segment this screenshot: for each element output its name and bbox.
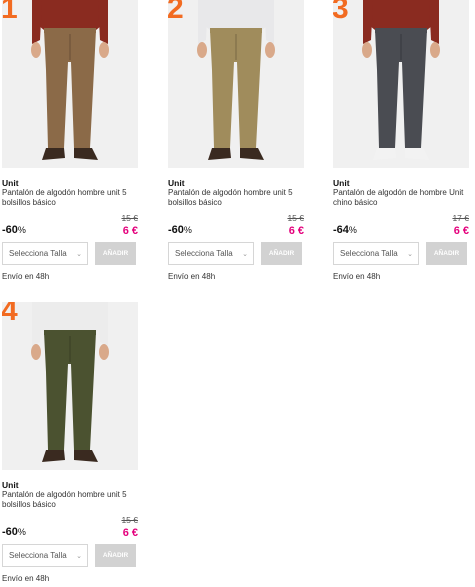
left-arm-shape	[363, 0, 373, 44]
discount-badge: -60%	[2, 526, 26, 538]
right-hand-shape	[99, 344, 109, 360]
right-hand-shape	[265, 42, 275, 58]
product-photo	[31, 0, 109, 160]
add-to-cart-button[interactable]: AÑADIR	[426, 242, 467, 265]
product-photo	[362, 0, 440, 160]
rank-number: 2	[168, 0, 184, 25]
product-card[interactable]: 3 Unit Pantalón de algodón de hombre Uni…	[333, 0, 471, 281]
price-row: -60% 15 € 6 €	[168, 212, 306, 237]
product-title[interactable]: Pantalón de algodón hombre unit 5 bolsil…	[2, 490, 138, 510]
product-title[interactable]: Pantalón de algodón hombre unit 5 bolsil…	[2, 188, 138, 208]
original-price: 15 €	[121, 515, 138, 525]
product-card[interactable]: 4 Unit Pantalón de algodón hombre unit 5…	[2, 302, 140, 583]
product-image[interactable]: 1	[2, 0, 138, 168]
add-to-cart-button[interactable]: AÑADIR	[261, 242, 302, 265]
right-arm-shape	[98, 0, 108, 44]
product-card[interactable]: 2 Unit Pantalón de algodón hombre unit 5…	[168, 0, 306, 281]
left-shoe-shape	[42, 450, 65, 462]
product-image[interactable]: 2	[168, 0, 304, 168]
discount-badge: -64%	[333, 224, 357, 236]
left-hand-shape	[197, 42, 207, 58]
right-arm-shape	[98, 302, 108, 346]
right-hand-shape	[99, 42, 109, 58]
product-brand: Unit	[168, 178, 185, 188]
right-shoe-shape	[74, 148, 98, 160]
left-arm-shape	[198, 0, 208, 44]
chevron-down-icon: ⌄	[76, 250, 82, 258]
product-brand: Unit	[333, 178, 350, 188]
size-select[interactable]: Selecciona Talla ⌄	[2, 242, 88, 265]
right-hand-shape	[430, 42, 440, 58]
original-price: 17 €	[452, 213, 469, 223]
delivery-info: Envío en 48h	[2, 272, 50, 281]
size-select-label: Selecciona Talla	[175, 249, 233, 258]
sale-price: 6 €	[453, 225, 469, 237]
size-select[interactable]: Selecciona Talla ⌄	[333, 242, 419, 265]
product-photo	[31, 302, 109, 462]
original-price: 15 €	[121, 213, 138, 223]
product-image[interactable]: 3	[333, 0, 469, 168]
size-select-label: Selecciona Talla	[9, 249, 67, 258]
size-select-label: Selecciona Talla	[9, 551, 67, 560]
left-hand-shape	[362, 42, 372, 58]
size-select-label: Selecciona Talla	[340, 249, 398, 258]
right-shoe-shape	[74, 450, 98, 462]
right-arm-shape	[264, 0, 274, 44]
chevron-down-icon: ⌄	[242, 250, 248, 258]
discount-badge: -60%	[2, 224, 26, 236]
shirt-shape	[365, 0, 437, 30]
delivery-info: Envío en 48h	[2, 574, 50, 583]
sale-price: 6 €	[122, 225, 138, 237]
left-hand-shape	[31, 42, 41, 58]
original-price: 15 €	[287, 213, 304, 223]
discount-badge: -60%	[168, 224, 192, 236]
size-select[interactable]: Selecciona Talla ⌄	[2, 544, 88, 567]
product-image[interactable]: 4	[2, 302, 138, 470]
chevron-down-icon: ⌄	[407, 250, 413, 258]
rank-number: 3	[333, 0, 349, 25]
chevron-down-icon: ⌄	[76, 552, 82, 560]
left-arm-shape	[32, 302, 42, 346]
product-brand: Unit	[2, 480, 19, 490]
left-shoe-shape	[208, 148, 231, 160]
right-arm-shape	[429, 0, 439, 44]
right-shoe-shape	[405, 148, 429, 160]
right-shoe-shape	[240, 148, 264, 160]
product-title[interactable]: Pantalón de algodón de hombre Unit chino…	[333, 188, 469, 208]
left-hand-shape	[31, 344, 41, 360]
product-card[interactable]: 1 Unit Pantalón de algodón hombre unit 5…	[2, 0, 140, 281]
left-shoe-shape	[42, 148, 65, 160]
sale-price: 6 €	[122, 527, 138, 539]
sale-price: 6 €	[288, 225, 304, 237]
price-row: -60% 15 € 6 €	[2, 212, 140, 237]
price-row: -64% 17 € 6 €	[333, 212, 471, 237]
shirt-shape	[200, 0, 272, 30]
left-arm-shape	[32, 0, 42, 44]
shirt-shape	[34, 0, 106, 30]
shirt-shape	[34, 302, 106, 332]
product-photo	[197, 0, 275, 160]
product-brand: Unit	[2, 178, 19, 188]
add-to-cart-button[interactable]: AÑADIR	[95, 242, 136, 265]
delivery-info: Envío en 48h	[333, 272, 381, 281]
rank-number: 4	[2, 302, 18, 327]
left-shoe-shape	[373, 148, 396, 160]
delivery-info: Envío en 48h	[168, 272, 216, 281]
product-title[interactable]: Pantalón de algodón hombre unit 5 bolsil…	[168, 188, 304, 208]
size-select[interactable]: Selecciona Talla ⌄	[168, 242, 254, 265]
price-row: -60% 15 € 6 €	[2, 514, 140, 539]
add-to-cart-button[interactable]: AÑADIR	[95, 544, 136, 567]
rank-number: 1	[2, 0, 18, 25]
